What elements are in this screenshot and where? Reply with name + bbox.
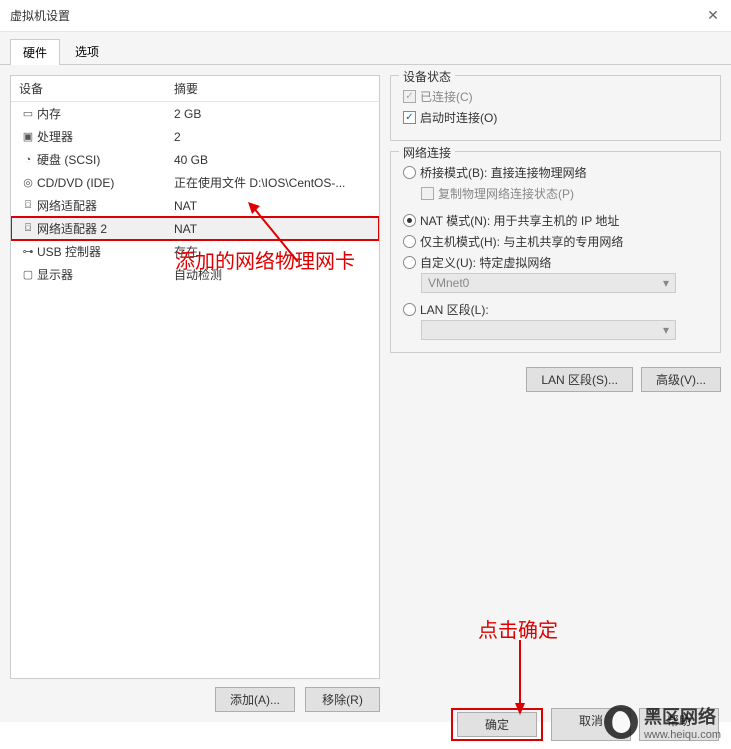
- device-row-disk[interactable]: ◔ 硬盘 (SCSI) 40 GB: [11, 148, 379, 171]
- remove-button[interactable]: 移除(R): [305, 687, 380, 712]
- help-button[interactable]: 帮助: [639, 708, 719, 741]
- replicate-label: 复制物理网络连接状态(P): [438, 185, 574, 202]
- hostonly-radio-row[interactable]: 仅主机模式(H): 与主机共享的专用网络: [403, 231, 708, 252]
- bridged-label: 桥接模式(B): 直接连接物理网络: [420, 164, 587, 181]
- chevron-down-icon: ▾: [663, 276, 669, 290]
- device-row-display[interactable]: ▢ 显示器 自动检测: [11, 263, 379, 286]
- device-summary: 正在使用文件 D:\IOS\CentOS-...: [174, 174, 371, 191]
- device-summary: 2 GB: [174, 107, 371, 121]
- connected-label: 已连接(C): [420, 88, 473, 105]
- usb-icon: ⊶: [19, 245, 37, 258]
- checkbox-icon: ✓: [403, 111, 416, 124]
- device-row-cd[interactable]: ◎ CD/DVD (IDE) 正在使用文件 D:\IOS\CentOS-...: [11, 171, 379, 194]
- radio-icon: [403, 256, 416, 269]
- device-summary: NAT: [174, 222, 371, 236]
- window-title: 虚拟机设置: [10, 7, 705, 24]
- device-name: 内存: [37, 105, 174, 122]
- device-summary: NAT: [174, 199, 371, 213]
- device-name: 网络适配器 2: [37, 220, 174, 237]
- connected-checkbox-row: ✓ 已连接(C): [403, 86, 708, 107]
- memory-icon: ▭: [19, 107, 37, 120]
- tab-options[interactable]: 选项: [62, 38, 112, 64]
- lan-segments-button[interactable]: LAN 区段(S)...: [526, 367, 633, 392]
- add-button[interactable]: 添加(A)...: [215, 687, 295, 712]
- device-name: USB 控制器: [37, 243, 174, 260]
- cd-icon: ◎: [19, 176, 37, 189]
- custom-label: 自定义(U): 特定虚拟网络: [420, 254, 551, 271]
- nat-label: NAT 模式(N): 用于共享主机的 IP 地址: [420, 212, 619, 229]
- device-name: 网络适配器: [37, 197, 174, 214]
- device-list: 设备 摘要 ▭ 内存 2 GB ▣ 处理器 2 ◔ 硬盘 (SCSI) 40 G…: [10, 75, 380, 679]
- poweron-checkbox-row[interactable]: ✓ 启动时连接(O): [403, 107, 708, 128]
- device-row-nic2[interactable]: ⌼ 网络适配器 2 NAT: [10, 216, 380, 241]
- hostonly-label: 仅主机模式(H): 与主机共享的专用网络: [420, 233, 623, 250]
- header-device: 设备: [19, 80, 174, 97]
- ok-highlight-box: 确定: [451, 708, 543, 741]
- custom-network-select: VMnet0 ▾: [421, 273, 676, 293]
- radio-icon: [403, 235, 416, 248]
- left-button-bar: 添加(A)... 移除(R): [10, 679, 380, 712]
- bottom-button-bar: 确定 取消 帮助: [451, 708, 719, 741]
- tab-hardware[interactable]: 硬件: [10, 39, 60, 65]
- checkbox-icon: [421, 187, 434, 200]
- network-group: 网络连接 桥接模式(B): 直接连接物理网络 复制物理网络连接状态(P) NAT…: [390, 151, 721, 353]
- header-summary: 摘要: [174, 80, 371, 97]
- device-summary: 存在: [174, 243, 371, 260]
- device-name: 显示器: [37, 266, 174, 283]
- display-icon: ▢: [19, 268, 37, 281]
- titlebar: 虚拟机设置 ✕: [0, 0, 731, 32]
- device-name: CD/DVD (IDE): [37, 176, 174, 190]
- poweron-label: 启动时连接(O): [420, 109, 497, 126]
- bridged-radio-row[interactable]: 桥接模式(B): 直接连接物理网络: [403, 162, 708, 183]
- device-summary: 40 GB: [174, 153, 371, 167]
- device-row-nic1[interactable]: ⌼ 网络适配器 NAT: [11, 194, 379, 217]
- radio-icon: [403, 303, 416, 316]
- group-title-status: 设备状态: [399, 68, 455, 85]
- advanced-button[interactable]: 高级(V)...: [641, 367, 721, 392]
- lan-segment-select: ▾: [421, 320, 676, 340]
- radio-icon: [403, 166, 416, 179]
- cancel-button[interactable]: 取消: [551, 708, 631, 741]
- replicate-checkbox-row: 复制物理网络连接状态(P): [421, 183, 708, 204]
- nat-radio-row[interactable]: NAT 模式(N): 用于共享主机的 IP 地址: [403, 210, 708, 231]
- right-panel: 设备状态 ✓ 已连接(C) ✓ 启动时连接(O) 网络连接 桥接模式(B): 直…: [390, 75, 721, 712]
- content-area: 设备 摘要 ▭ 内存 2 GB ▣ 处理器 2 ◔ 硬盘 (SCSI) 40 G…: [0, 65, 731, 722]
- lan-radio-row[interactable]: LAN 区段(L):: [403, 299, 708, 320]
- device-name: 处理器: [37, 128, 174, 145]
- right-button-bar: LAN 区段(S)... 高级(V)...: [390, 367, 721, 392]
- radio-icon: [403, 214, 416, 227]
- device-name: 硬盘 (SCSI): [37, 151, 174, 168]
- device-status-group: 设备状态 ✓ 已连接(C) ✓ 启动时连接(O): [390, 75, 721, 141]
- tab-bar: 硬件 选项: [0, 32, 731, 65]
- left-panel: 设备 摘要 ▭ 内存 2 GB ▣ 处理器 2 ◔ 硬盘 (SCSI) 40 G…: [10, 75, 380, 712]
- list-header: 设备 摘要: [11, 76, 379, 102]
- device-row-cpu[interactable]: ▣ 处理器 2: [11, 125, 379, 148]
- checkbox-icon: ✓: [403, 90, 416, 103]
- chevron-down-icon: ▾: [663, 323, 669, 337]
- lan-label: LAN 区段(L):: [420, 301, 489, 318]
- close-icon[interactable]: ✕: [705, 7, 721, 24]
- device-summary: 2: [174, 130, 371, 144]
- nic-icon: ⌼: [19, 222, 37, 235]
- custom-radio-row[interactable]: 自定义(U): 特定虚拟网络: [403, 252, 708, 273]
- device-row-usb[interactable]: ⊶ USB 控制器 存在: [11, 240, 379, 263]
- ok-button[interactable]: 确定: [457, 712, 537, 737]
- nic-icon: ⌼: [19, 199, 37, 212]
- disk-icon: ◔: [19, 154, 37, 166]
- device-summary: 自动检测: [174, 266, 371, 283]
- custom-value: VMnet0: [428, 276, 469, 290]
- device-row-memory[interactable]: ▭ 内存 2 GB: [11, 102, 379, 125]
- group-title-network: 网络连接: [399, 144, 455, 161]
- cpu-icon: ▣: [19, 130, 37, 143]
